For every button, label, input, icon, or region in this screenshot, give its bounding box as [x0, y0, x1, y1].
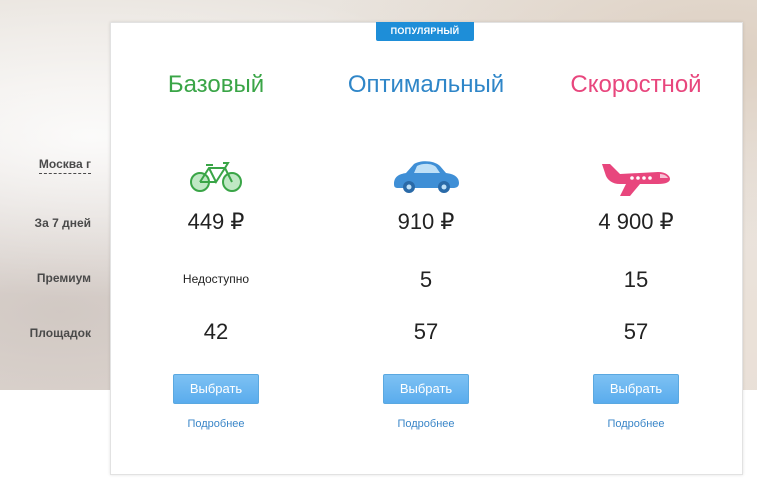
plan-premium: 5 — [419, 267, 433, 292]
sites-label: Площадок — [29, 326, 91, 340]
plan-premium: Недоступно — [182, 272, 250, 286]
plan-fast: Скоростной 4 900 ₽ 15 57 Выбрать Подробн… — [531, 22, 741, 473]
select-button[interactable]: Выбрать — [383, 374, 469, 404]
row-labels: Москва г За 7 дней Премиум Площадок — [0, 0, 110, 390]
period-label: За 7 дней — [34, 216, 91, 230]
details-link[interactable]: Подробнее — [321, 418, 531, 430]
plan-name: Оптимальный — [347, 71, 505, 98]
plan-sites: 57 — [623, 319, 649, 344]
airplane-icon — [600, 158, 672, 203]
plan-name: Базовый — [167, 71, 265, 98]
plan-sites: 42 — [203, 319, 229, 344]
bicycle-icon — [188, 158, 244, 199]
city-selector[interactable]: Москва г — [38, 157, 91, 174]
plan-name: Скоростной — [570, 71, 702, 98]
plan-price: 449 ₽ — [187, 209, 245, 234]
premium-label: Премиум — [36, 271, 91, 285]
plan-price: 4 900 ₽ — [598, 209, 674, 234]
plan-price: 910 ₽ — [397, 209, 455, 234]
plan-optimal: Оптимальный 910 ₽ 5 57 Выбрать Подробнее — [321, 22, 531, 473]
select-button[interactable]: Выбрать — [593, 374, 679, 404]
plan-premium: 15 — [623, 267, 649, 292]
plan-sites: 57 — [413, 319, 439, 344]
select-button[interactable]: Выбрать — [173, 374, 259, 404]
details-link[interactable]: Подробнее — [111, 418, 321, 430]
details-link[interactable]: Подробнее — [531, 418, 741, 430]
plan-basic: Базовый 449 ₽ Недоступно 42 Выбрать Подр… — [111, 22, 321, 473]
car-icon — [390, 158, 462, 199]
